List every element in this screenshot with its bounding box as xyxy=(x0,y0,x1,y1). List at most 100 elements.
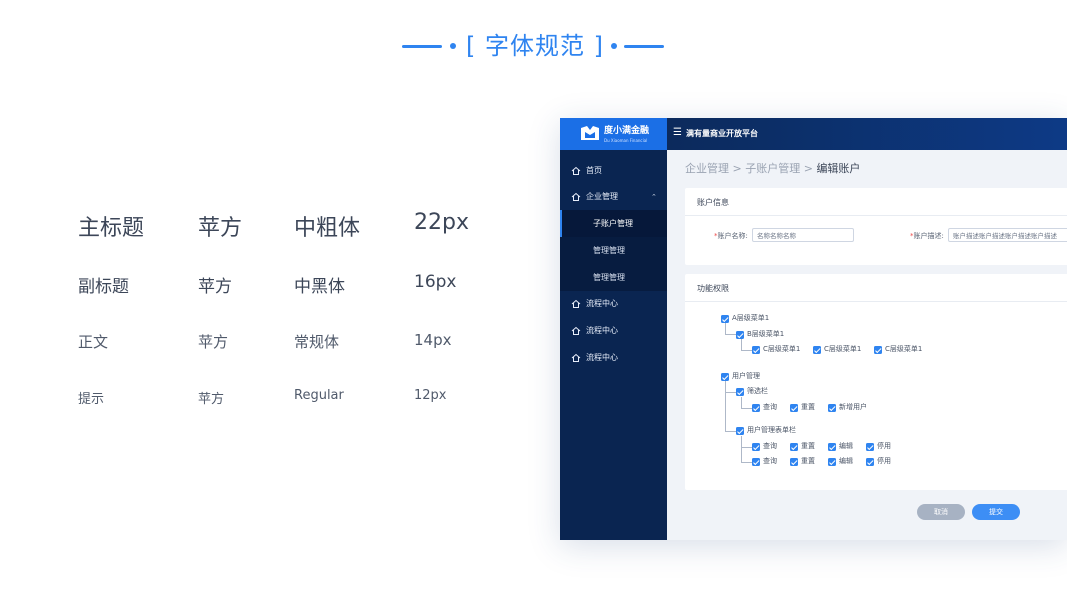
cancel-button[interactable]: 取消 xyxy=(917,504,965,520)
tree-line xyxy=(725,392,736,393)
tree-line xyxy=(741,436,742,463)
checkbox[interactable] xyxy=(721,373,729,381)
header-line-left xyxy=(402,45,442,48)
checkbox[interactable] xyxy=(828,458,836,466)
tree-label: C层级菜单1 xyxy=(763,345,801,353)
section-title: [ 字体规范 ] xyxy=(466,32,604,60)
checkbox[interactable] xyxy=(790,404,798,412)
sidebar-subitem-label: 子账户管理 xyxy=(593,219,633,228)
sidebar: 度小满金融 Du Xiaoman Financial 首页 企业管理 ⌃ 子账户… xyxy=(560,118,667,540)
sidebar-subitem-manage[interactable]: 管理管理 xyxy=(560,237,667,264)
tree-label: 编辑 xyxy=(839,457,853,465)
tree-label: 查询 xyxy=(763,442,777,450)
tree-line xyxy=(741,462,752,463)
brand-tagline: Du Xiaoman Financial xyxy=(604,138,648,143)
app-window: 度小满金融 Du Xiaoman Financial 首页 企业管理 ⌃ 子账户… xyxy=(560,118,1067,540)
submit-button[interactable]: 提交 xyxy=(972,504,1020,520)
tree-label: 用户管理表单栏 xyxy=(747,426,796,434)
tree-label: C层级菜单1 xyxy=(885,345,923,353)
spec-size: 16px xyxy=(414,272,457,292)
menu-icon[interactable]: ☰ xyxy=(673,127,682,139)
top-bar: ☰ 满有量商业开放平台 xyxy=(667,118,1067,150)
breadcrumb-item[interactable]: 子账户管理 xyxy=(745,162,800,175)
tree-label: 重置 xyxy=(801,403,815,411)
account-name-input[interactable]: 名称名称名称 xyxy=(752,228,854,242)
checkbox[interactable] xyxy=(828,443,836,451)
tree-label: 停用 xyxy=(877,442,891,450)
tree-line xyxy=(741,447,752,448)
tree-label: 重置 xyxy=(801,442,815,450)
section-header: [ 字体规范 ] xyxy=(0,30,1067,62)
checkbox[interactable] xyxy=(828,404,836,412)
sidebar-item-enterprise[interactable]: 企业管理 ⌃ xyxy=(560,184,667,210)
tree-line xyxy=(741,350,752,351)
sidebar-item-process[interactable]: 流程中心 xyxy=(560,345,667,371)
spec-weight: 中黑体 xyxy=(294,277,345,297)
sidebar-subitem-subaccount[interactable]: 子账户管理 xyxy=(560,210,667,237)
tree-label: 停用 xyxy=(877,457,891,465)
tree-line xyxy=(725,431,736,432)
header-dot-right xyxy=(611,43,617,49)
checkbox[interactable] xyxy=(752,458,760,466)
sidebar-item-label: 企业管理 xyxy=(586,192,618,201)
tree-label: 用户管理 xyxy=(732,372,760,380)
checkbox[interactable] xyxy=(790,458,798,466)
breadcrumb-separator: > xyxy=(729,162,746,175)
chevron-up-icon: ⌃ xyxy=(651,193,657,201)
header-line-right xyxy=(624,45,664,48)
sidebar-item-process[interactable]: 流程中心 xyxy=(560,291,667,317)
spec-weight: 常规体 xyxy=(294,333,340,351)
divider xyxy=(685,215,1067,216)
spec-size: 22px xyxy=(414,210,469,235)
checkbox[interactable] xyxy=(736,388,744,396)
tree-line xyxy=(725,334,736,335)
tree-line xyxy=(741,408,752,409)
card-title: 账户信息 xyxy=(697,198,729,207)
divider xyxy=(685,301,1067,302)
checkbox[interactable] xyxy=(866,443,874,451)
account-desc-label: *账户描述: xyxy=(910,232,944,240)
breadcrumb: 企业管理 > 子账户管理 > 编辑账户 xyxy=(685,162,860,176)
account-desc-input[interactable]: 账户描述账户描述账户描述账户描述 xyxy=(948,228,1067,242)
sidebar-item-label: 首页 xyxy=(586,166,602,175)
account-name-label: *账户名称: xyxy=(714,232,748,240)
checkbox[interactable] xyxy=(721,315,729,323)
home-icon xyxy=(571,192,581,201)
checkbox[interactable] xyxy=(752,346,760,354)
breadcrumb-item[interactable]: 企业管理 xyxy=(685,162,729,175)
tree-label: A层级菜单1 xyxy=(732,314,770,322)
breadcrumb-current: 编辑账户 xyxy=(816,162,861,175)
spec-level: 主标题 xyxy=(78,216,145,241)
tree-label: 重置 xyxy=(801,457,815,465)
tree-label: C层级菜单1 xyxy=(824,345,862,353)
sidebar-item-label: 流程中心 xyxy=(586,299,618,308)
account-info-card: 账户信息 *账户名称: 名称名称名称 *账户描述: 账户描述账户描述账户描述账户… xyxy=(685,188,1067,265)
spec-font: 苹方 xyxy=(198,277,232,297)
spec-weight: Regular xyxy=(294,388,344,403)
checkbox[interactable] xyxy=(813,346,821,354)
checkbox[interactable] xyxy=(752,404,760,412)
checkbox[interactable] xyxy=(752,443,760,451)
sidebar-item-home[interactable]: 首页 xyxy=(560,158,667,184)
spec-level: 提示 xyxy=(78,392,105,407)
tree-label: B层级菜单1 xyxy=(747,330,785,338)
sidebar-subitem-label: 管理管理 xyxy=(593,246,625,255)
checkbox[interactable] xyxy=(866,458,874,466)
home-icon xyxy=(571,299,581,308)
header-dot-left xyxy=(450,43,456,49)
checkbox[interactable] xyxy=(736,331,744,339)
checkbox[interactable] xyxy=(736,427,744,435)
sidebar-item-process[interactable]: 流程中心 xyxy=(560,318,667,344)
permissions-card: 功能权限 A层级菜单1 B层级菜单1 C层级菜单1 C层级菜单1 C层级菜单1 … xyxy=(685,274,1067,490)
spec-font: 苹方 xyxy=(198,392,225,407)
sidebar-subitem-manage[interactable]: 管理管理 xyxy=(560,264,667,291)
card-title: 功能权限 xyxy=(697,284,729,293)
breadcrumb-separator: > xyxy=(800,162,817,175)
tree-label: 查询 xyxy=(763,457,777,465)
checkbox[interactable] xyxy=(874,346,882,354)
tree-label: 编辑 xyxy=(839,442,853,450)
checkbox[interactable] xyxy=(790,443,798,451)
sidebar-item-label: 流程中心 xyxy=(586,353,618,362)
brand-logo[interactable]: 度小满金融 Du Xiaoman Financial xyxy=(560,118,667,150)
spec-font: 苹方 xyxy=(198,216,243,241)
